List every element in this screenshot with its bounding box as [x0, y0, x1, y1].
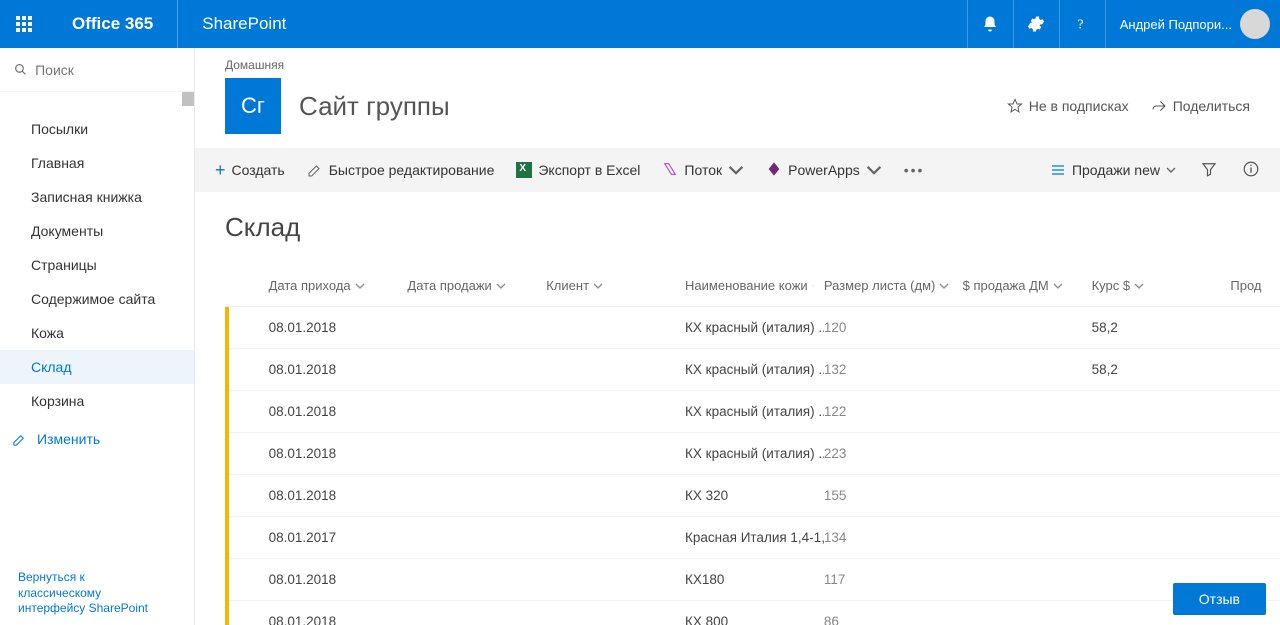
- sidebar-item[interactable]: Корзина: [0, 384, 194, 418]
- app-launcher-icon[interactable]: [0, 0, 48, 48]
- col-sale-dm[interactable]: $ продажа ДМ: [963, 278, 1092, 293]
- chevron-down-icon: [728, 162, 744, 178]
- new-label: Создать: [232, 162, 285, 178]
- table-row[interactable]: 08.01.2017Красная Италия 1,4-1,6134: [225, 517, 1280, 559]
- row-indicator: [225, 559, 229, 601]
- ellipsis-icon: •••: [904, 162, 925, 178]
- share-label: Поделиться: [1173, 98, 1250, 114]
- suite-left: Office 365 SharePoint: [0, 0, 310, 48]
- overflow-button[interactable]: •••: [904, 162, 925, 178]
- table-row[interactable]: 08.01.2018КХ красный (италия) ...122: [225, 391, 1280, 433]
- excel-icon: [516, 162, 532, 178]
- col-date-in[interactable]: Дата прихода: [269, 278, 408, 293]
- pencil-icon: [307, 162, 323, 178]
- table-row[interactable]: 08.01.2018КХ красный (италия) ...12058,2: [225, 307, 1280, 349]
- powerapps-label: PowerApps: [788, 162, 860, 178]
- breadcrumb[interactable]: Домашняя: [225, 58, 1250, 72]
- export-excel-button[interactable]: Экспорт в Excel: [516, 162, 640, 178]
- sidebar-item[interactable]: Записная книжка: [0, 180, 194, 214]
- row-indicator: [225, 307, 229, 349]
- col-date-sale[interactable]: Дата продажи: [407, 278, 546, 293]
- user-name: Андрей Подпори...: [1120, 17, 1232, 32]
- shell: ПосылкиГлавнаяЗаписная книжкаДокументыСт…: [0, 48, 1280, 625]
- plus-icon: +: [215, 160, 226, 181]
- edit-nav-label: Изменить: [37, 431, 100, 447]
- left-nav: ПосылкиГлавнаяЗаписная книжкаДокументыСт…: [0, 48, 195, 625]
- new-button[interactable]: + Создать: [215, 160, 285, 181]
- row-indicator: [225, 391, 229, 433]
- flow-button[interactable]: Поток: [662, 161, 744, 180]
- info-button[interactable]: [1242, 160, 1260, 181]
- follow-label: Не в подписках: [1029, 98, 1129, 114]
- view-label: Продажи new: [1072, 162, 1160, 178]
- notifications-icon[interactable]: [967, 0, 1013, 48]
- row-indicator: [225, 601, 229, 625]
- view-selector[interactable]: Продажи new: [1050, 162, 1176, 178]
- sidebar-item[interactable]: Документы: [0, 214, 194, 248]
- feedback-button[interactable]: Отзыв: [1173, 583, 1266, 615]
- share-icon: [1151, 98, 1167, 114]
- sidebar-item[interactable]: Посылки: [0, 112, 194, 146]
- svg-text:?: ?: [1078, 17, 1084, 32]
- row-indicator: [225, 517, 229, 559]
- avatar: [1240, 9, 1270, 39]
- table-row[interactable]: 08.01.2018КХ красный (италия) ...223: [225, 433, 1280, 475]
- list-title: Склад: [225, 212, 1280, 243]
- user-menu[interactable]: Андрей Подпори...: [1105, 0, 1280, 48]
- sidebar-item[interactable]: Содержимое сайта: [0, 282, 194, 316]
- follow-button[interactable]: Не в подписках: [1007, 98, 1129, 114]
- table-row[interactable]: 08.01.2018КХ180117: [225, 559, 1280, 601]
- site-logo: Сг: [225, 78, 281, 134]
- suite-right: ? Андрей Подпори...: [967, 0, 1280, 48]
- list-area: Склад Дата прихода Дата продажи Клиент Н…: [195, 192, 1280, 625]
- pencil-icon: [12, 432, 27, 447]
- row-indicator: [225, 475, 229, 517]
- col-size[interactable]: Размер листа (дм): [824, 278, 963, 293]
- col-rate[interactable]: Курс $: [1092, 278, 1231, 293]
- view-icon: [1050, 162, 1066, 178]
- table-row[interactable]: 08.01.2018КХ 320155: [225, 475, 1280, 517]
- edit-nav-link[interactable]: Изменить: [0, 422, 194, 456]
- row-indicator: [225, 433, 229, 475]
- search-box[interactable]: [0, 48, 194, 92]
- flow-icon: [662, 161, 678, 180]
- classic-link[interactable]: Вернуться к классическому интерфейсу Sha…: [18, 570, 168, 617]
- site-title[interactable]: Сайт группы: [299, 91, 450, 122]
- export-label: Экспорт в Excel: [538, 162, 640, 178]
- list-table: Дата прихода Дата продажи Клиент Наимено…: [225, 265, 1280, 625]
- table-row[interactable]: 08.01.2018КХ красный (италия) ...13258,2: [225, 349, 1280, 391]
- table-header: Дата прихода Дата продажи Клиент Наимено…: [225, 265, 1280, 307]
- site-header: Домашняя Сг Сайт группы Не в подписках П…: [195, 48, 1280, 148]
- settings-icon[interactable]: [1013, 0, 1059, 48]
- flow-label: Поток: [684, 162, 722, 178]
- suite-bar: Office 365 SharePoint ? Андрей Подпори..…: [0, 0, 1280, 48]
- search-input[interactable]: [35, 62, 180, 78]
- nav-list: ПосылкиГлавнаяЗаписная книжкаДокументыСт…: [0, 92, 194, 625]
- powerapps-button[interactable]: PowerApps: [766, 161, 882, 180]
- col-last[interactable]: Прод: [1230, 278, 1280, 293]
- sidebar-item[interactable]: Главная: [0, 146, 194, 180]
- sidebar-item[interactable]: Страницы: [0, 248, 194, 282]
- search-icon: [14, 62, 27, 77]
- main: Домашняя Сг Сайт группы Не в подписках П…: [195, 48, 1280, 625]
- command-bar: + Создать Быстрое редактирование Экспорт…: [195, 148, 1280, 192]
- share-button[interactable]: Поделиться: [1151, 98, 1250, 114]
- table-row[interactable]: 08.01.2018КХ 80086: [225, 601, 1280, 625]
- powerapps-icon: [766, 161, 782, 180]
- filter-button[interactable]: [1200, 160, 1218, 181]
- row-indicator: [225, 349, 229, 391]
- sidebar-item[interactable]: Кожа: [0, 316, 194, 350]
- quick-edit-button[interactable]: Быстрое редактирование: [307, 162, 495, 178]
- col-client[interactable]: Клиент: [546, 278, 685, 293]
- sidebar-item[interactable]: Склад: [0, 350, 194, 384]
- chevron-down-icon: [1166, 165, 1176, 175]
- quick-edit-label: Быстрое редактирование: [329, 162, 495, 178]
- chevron-down-icon: [866, 162, 882, 178]
- office365-brand[interactable]: Office 365: [48, 0, 178, 48]
- col-name[interactable]: Наименование кожи: [685, 278, 824, 293]
- help-icon[interactable]: ?: [1059, 0, 1105, 48]
- star-icon: [1007, 98, 1023, 114]
- app-name[interactable]: SharePoint: [178, 14, 310, 34]
